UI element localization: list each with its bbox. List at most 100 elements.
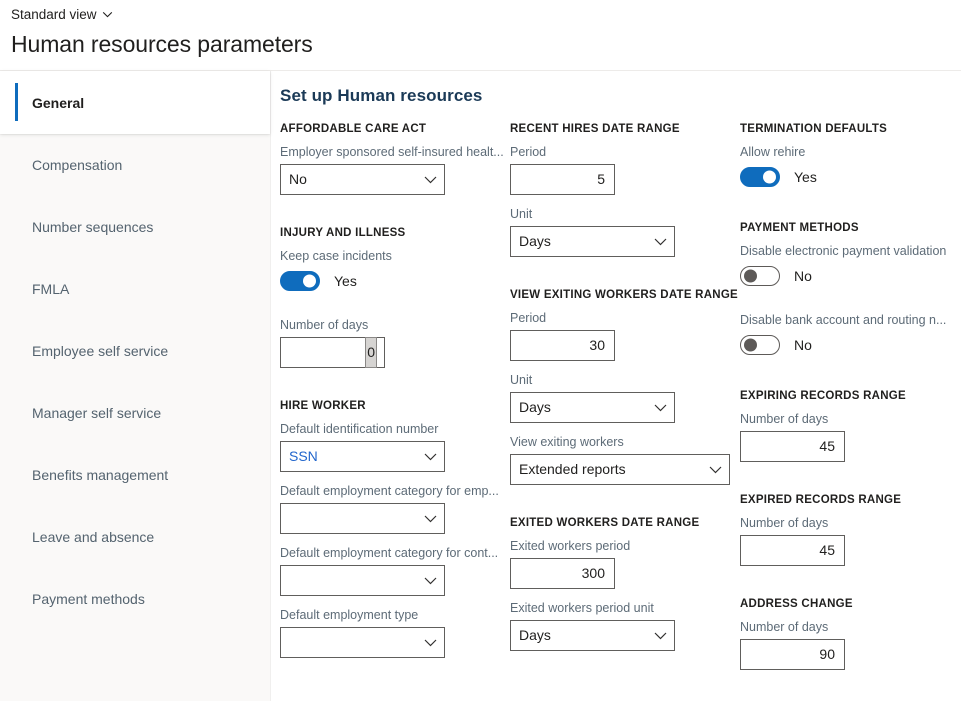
sidebar-item-benefits-management[interactable]: Benefits management <box>0 444 270 506</box>
toggle-state-label: No <box>794 268 812 284</box>
chevron-down-icon <box>416 504 444 533</box>
address-change-number-of-days-input[interactable]: 90 <box>740 639 845 670</box>
sidebar-item-number-sequences[interactable]: Number sequences <box>0 196 270 258</box>
field-label: Period <box>510 310 740 327</box>
column-2: RECENT HIRES DATE RANGE Period 5 Unit Da… <box>510 123 740 662</box>
sidebar-item-label: Leave and absence <box>32 529 154 545</box>
field-default-employment-category-employee: Default employment category for emp... <box>280 483 510 534</box>
sidebar-item-general[interactable]: General <box>0 71 270 134</box>
disable-bank-account-routing-toggle[interactable] <box>740 335 780 355</box>
main-content: Set up Human resources AFFORDABLE CARE A… <box>271 71 961 701</box>
field-exited-workers-period: Exited workers period 300 <box>510 538 740 589</box>
input-value: 5 <box>589 165 614 194</box>
employer-sponsored-dropdown[interactable]: No <box>280 164 445 195</box>
field-default-identification-number: Default identification number SSN <box>280 421 510 472</box>
disable-electronic-payment-validation-toggle[interactable] <box>740 266 780 286</box>
section-heading-injury-and-illness: INJURY AND ILLNESS <box>280 227 510 239</box>
field-label: Default employment category for cont... <box>280 545 510 562</box>
dropdown-value: Days <box>511 621 646 650</box>
section-heading-address-change: ADDRESS CHANGE <box>740 598 961 610</box>
expired-records-number-of-days-input[interactable]: 45 <box>740 535 845 566</box>
column-3: TERMINATION DEFAULTS Allow rehire Yes PA… <box>740 123 961 681</box>
spacer <box>740 473 961 494</box>
exited-workers-period-unit-dropdown[interactable]: Days <box>510 620 675 651</box>
field-injury-number-of-days: Number of days 0 <box>280 317 510 368</box>
section-heading-expiring-records-range: EXPIRING RECORDS RANGE <box>740 390 961 402</box>
sidebar-item-label: Manager self service <box>32 405 161 421</box>
field-label: Keep case incidents <box>280 248 510 265</box>
sidebar-item-compensation[interactable]: Compensation <box>0 134 270 196</box>
field-view-exiting-workers: View exiting workers Extended reports <box>510 434 740 485</box>
sidebar-item-manager-self-service[interactable]: Manager self service <box>0 382 270 444</box>
field-label: Exited workers period <box>510 538 740 555</box>
disable-bank-account-routing-toggle-row: No <box>740 332 961 358</box>
spacer <box>740 201 961 222</box>
default-employment-type-dropdown[interactable] <box>280 627 445 658</box>
sidebar-item-label: Number sequences <box>32 219 153 235</box>
section-heading-view-exiting-workers-date-range: VIEW EXITING WORKERS DATE RANGE <box>510 289 740 301</box>
sidebar-item-employee-self-service[interactable]: Employee self service <box>0 320 270 382</box>
input-value: 30 <box>581 331 614 360</box>
section-heading-payment-methods: PAYMENT METHODS <box>740 222 961 234</box>
field-keep-case-incidents: Keep case incidents Yes <box>280 248 510 294</box>
field-address-change-number-of-days: Number of days 90 <box>740 619 961 670</box>
chevron-down-icon <box>102 9 112 19</box>
sidebar-item-payment-methods[interactable]: Payment methods <box>0 568 270 630</box>
field-label: Disable electronic payment validation <box>740 243 961 260</box>
view-exiting-workers-dropdown[interactable]: Extended reports <box>510 454 730 485</box>
default-employment-category-employee-dropdown[interactable] <box>280 503 445 534</box>
toggle-knob <box>763 171 776 184</box>
chevron-down-icon <box>416 566 444 595</box>
field-label: Allow rehire <box>740 144 961 161</box>
chevron-down-icon <box>646 393 674 422</box>
sidebar-item-label: Employee self service <box>32 343 168 359</box>
chevron-down-icon <box>701 455 729 484</box>
injury-number-of-days-input[interactable]: 0 <box>280 337 385 368</box>
field-label: Unit <box>510 206 740 223</box>
field-label: Unit <box>510 372 740 389</box>
field-view-exiting-unit: Unit Days <box>510 372 740 423</box>
view-selector[interactable]: Standard view <box>11 6 112 24</box>
dropdown-value: SSN <box>281 442 416 471</box>
sidebar-item-label: FMLA <box>32 281 69 297</box>
field-recent-hires-period: Period 5 <box>510 144 740 195</box>
recent-hires-period-input[interactable]: 5 <box>510 164 615 195</box>
dropdown-value: Days <box>511 227 646 256</box>
allow-rehire-toggle[interactable] <box>740 167 780 187</box>
default-identification-number-dropdown[interactable]: SSN <box>280 441 445 472</box>
field-label: Disable bank account and routing n... <box>740 312 961 329</box>
sidebar-item-leave-and-absence[interactable]: Leave and absence <box>0 506 270 568</box>
toggle-state-label: No <box>794 337 812 353</box>
exited-workers-period-input[interactable]: 300 <box>510 558 615 589</box>
default-employment-category-contractor-dropdown[interactable] <box>280 565 445 596</box>
sidebar: General Compensation Number sequences FM… <box>0 71 271 701</box>
section-heading-affordable-care-act: AFFORDABLE CARE ACT <box>280 123 510 135</box>
field-label: Exited workers period unit <box>510 600 740 617</box>
spacer <box>280 379 510 400</box>
sidebar-item-fmla[interactable]: FMLA <box>0 258 270 320</box>
view-exiting-unit-dropdown[interactable]: Days <box>510 392 675 423</box>
app-header: Standard view Human resources parameters <box>0 0 961 71</box>
toggle-state-label: Yes <box>794 169 817 185</box>
spacer <box>740 369 961 390</box>
input-value: 90 <box>811 640 844 669</box>
expiring-records-number-of-days-input[interactable]: 45 <box>740 431 845 462</box>
field-default-employment-type: Default employment type <box>280 607 510 658</box>
view-exiting-period-input[interactable]: 30 <box>510 330 615 361</box>
section-heading-exited-workers-date-range: EXITED WORKERS DATE RANGE <box>510 517 740 529</box>
recent-hires-unit-dropdown[interactable]: Days <box>510 226 675 257</box>
field-recent-hires-unit: Unit Days <box>510 206 740 257</box>
field-expiring-records-number-of-days: Number of days 45 <box>740 411 961 462</box>
view-selector-label: Standard view <box>11 6 97 24</box>
chevron-down-icon <box>416 442 444 471</box>
spacer <box>510 496 740 517</box>
content-heading: Set up Human resources <box>280 86 482 106</box>
field-label: Employer sponsored self-insured healt... <box>280 144 510 161</box>
page-title: Human resources parameters <box>11 29 313 59</box>
keep-case-incidents-toggle[interactable] <box>280 271 320 291</box>
field-disable-electronic-payment-validation: Disable electronic payment validation No <box>740 243 961 289</box>
section-heading-termination-defaults: TERMINATION DEFAULTS <box>740 123 961 135</box>
field-label: Period <box>510 144 740 161</box>
spacer <box>740 300 961 312</box>
dropdown-value: Days <box>511 393 646 422</box>
